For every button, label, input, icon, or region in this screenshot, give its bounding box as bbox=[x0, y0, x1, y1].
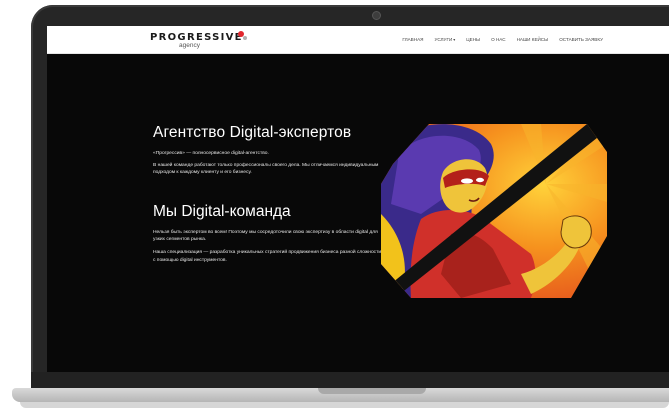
site-header: PROGRESSIVE agency Главная Услуги▾ Цены … bbox=[47, 26, 669, 54]
nav-item-prices[interactable]: Цены bbox=[466, 37, 480, 42]
laptop-screen: PROGRESSIVE agency Главная Услуги▾ Цены … bbox=[47, 26, 669, 372]
nav-item-home[interactable]: Главная bbox=[402, 37, 423, 42]
nav-item-cases[interactable]: Наши кейсы bbox=[517, 37, 549, 42]
hero-paragraph-2: В нашей команде работают только професси… bbox=[153, 162, 379, 176]
main-nav: Главная Услуги▾ Цены О нас Наши кейсы Ос… bbox=[402, 37, 603, 42]
nav-item-services[interactable]: Услуги▾ bbox=[434, 37, 455, 42]
laptop-base-shadow bbox=[20, 402, 669, 408]
camera-icon bbox=[372, 11, 381, 20]
hero-paragraph-1: «Прогрессив» — полносервисное digital-аг… bbox=[153, 151, 269, 156]
hero-section: Агентство Digital-экспертов «Прогрессив»… bbox=[153, 124, 383, 264]
laptop-chin bbox=[31, 372, 669, 388]
nav-item-about[interactable]: О нас bbox=[491, 37, 505, 42]
logo-subtext: agency bbox=[179, 42, 200, 49]
nav-item-services-label: Услуги bbox=[434, 37, 453, 42]
hero-paragraph-3: Нельзя быть экспертом во всем! Поэтому м… bbox=[153, 229, 378, 243]
superhero-illustration bbox=[381, 124, 607, 298]
hero-subtitle: Мы Digital-команда bbox=[153, 202, 291, 220]
hero-title: Агентство Digital-экспертов bbox=[153, 124, 352, 141]
chevron-down-icon: ▾ bbox=[453, 37, 456, 42]
laptop-base-notch bbox=[318, 388, 426, 394]
nav-item-request[interactable]: Оставить заявку bbox=[559, 37, 603, 42]
logo[interactable]: PROGRESSIVE agency bbox=[150, 31, 250, 51]
logo-dot-small-icon bbox=[243, 36, 247, 40]
hero-paragraph-4: Наша специализация — разработка уникальн… bbox=[153, 249, 382, 263]
